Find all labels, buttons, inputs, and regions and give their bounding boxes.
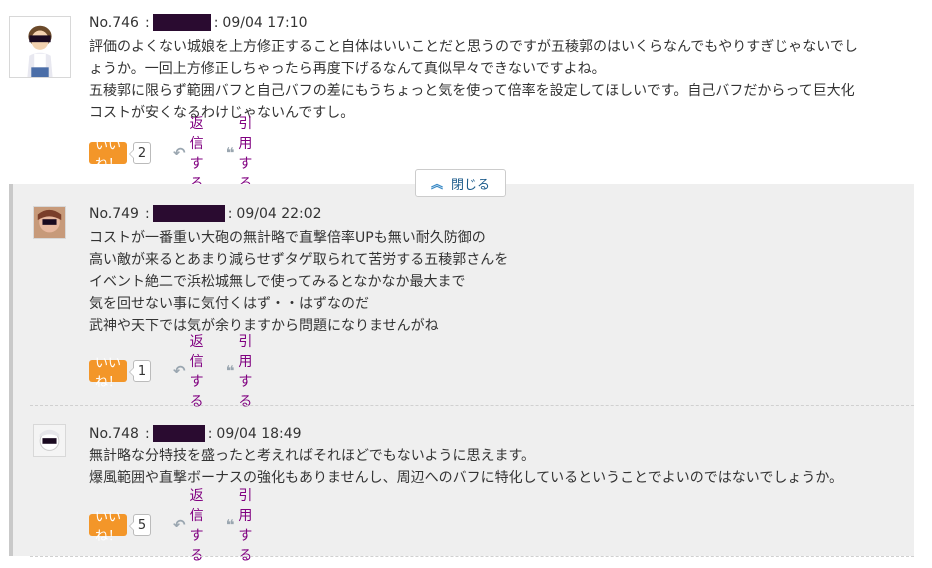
like-count: 1 — [129, 360, 151, 382]
comment-number: No.748 — [89, 425, 139, 442]
meta-separator: : — [144, 14, 150, 31]
comment-actions: いいね！ 2 ↶ 返信する ❝ 引用する — [89, 116, 253, 192]
user-avatar-icon — [34, 207, 65, 238]
reply-arrow-icon: ↶ — [173, 516, 186, 534]
thread-divider — [30, 405, 914, 406]
reply-label: 返信する — [189, 488, 204, 564]
quote-label: 引用する — [238, 488, 253, 564]
like-button[interactable]: いいね！ — [89, 356, 127, 390]
quote-button[interactable]: ❝ 引用する — [226, 331, 253, 411]
user-avatar-icon — [34, 425, 65, 456]
thread-divider — [30, 556, 914, 557]
quote-mark-icon: ❝ — [225, 516, 235, 534]
meta-separator: : — [227, 205, 233, 222]
comment-actions: いいね！ 5 ↶ 返信する ❝ 引用する — [89, 488, 253, 564]
reply-button[interactable]: ↶ 返信する — [173, 331, 204, 411]
comment-datetime: 09/04 22:02 — [236, 205, 322, 222]
avatar[interactable] — [33, 206, 66, 239]
reply-label: 返信する — [189, 116, 204, 192]
quote-label: 引用する — [238, 116, 253, 192]
meta-separator: : — [144, 425, 150, 442]
quote-button[interactable]: ❝ 引用する — [226, 113, 253, 193]
reply-button[interactable]: ↶ 返信する — [173, 485, 204, 565]
user-avatar-icon — [10, 17, 70, 77]
meta-separator: : — [144, 205, 150, 222]
like-button[interactable]: いいね！ — [89, 138, 127, 172]
meta-separator: : — [207, 425, 213, 442]
like-button[interactable]: いいね！ — [89, 510, 127, 544]
comment-number: No.746 — [89, 14, 139, 31]
quote-mark-icon: ❝ — [225, 144, 235, 162]
reply-button[interactable]: ↶ 返信する — [173, 113, 204, 193]
comment-datetime: 09/04 17:10 — [222, 14, 308, 31]
quote-mark-icon: ❝ — [225, 362, 235, 380]
reply-label: 返信する — [189, 334, 204, 410]
comment-body: 無計略な分特技を盛ったと考えればそれほどでもないように思えます。 爆風範囲や直撃… — [89, 448, 844, 486]
close-label: 閉じる — [451, 177, 491, 193]
comment-meta: No.749 : : 09/04 22:02 — [89, 205, 322, 222]
redacted-username — [152, 14, 211, 31]
avatar[interactable] — [33, 424, 66, 457]
meta-separator: : — [213, 14, 219, 31]
comment-body: 評価のよくない城娘を上方修正すること自体はいいことだと思うのですが五稜郭のはいく… — [89, 39, 858, 121]
close-thread-button[interactable]: ︽ 閉じる — [415, 169, 506, 197]
redacted-username — [152, 425, 205, 442]
like-count: 5 — [129, 514, 151, 536]
quote-label: 引用する — [238, 334, 253, 410]
chevron-up-icon: ︽ — [430, 176, 443, 191]
redacted-username — [152, 205, 225, 222]
comment-actions: いいね！ 1 ↶ 返信する ❝ 引用する — [89, 334, 253, 410]
comment-meta: No.746 : : 09/04 17:10 — [89, 14, 308, 31]
comment-body: コストが一番重い大砲の無計略で直撃倍率UPも無い耐久防御の 高い敵が来るとあまり… — [89, 230, 509, 334]
avatar[interactable] — [9, 16, 71, 78]
comment-number: No.749 — [89, 205, 139, 222]
comment-meta: No.748 : : 09/04 18:49 — [89, 425, 302, 442]
reply-arrow-icon: ↶ — [173, 362, 186, 380]
like-count: 2 — [129, 142, 151, 164]
quote-button[interactable]: ❝ 引用する — [226, 485, 253, 565]
reply-arrow-icon: ↶ — [173, 144, 186, 162]
comment-datetime: 09/04 18:49 — [216, 425, 302, 442]
